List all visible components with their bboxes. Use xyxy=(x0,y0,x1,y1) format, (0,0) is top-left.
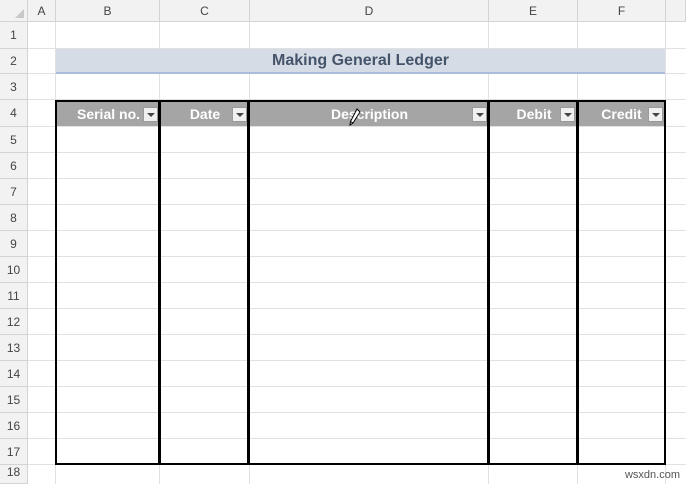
spreadsheet-grid: A B C D E F 1 2 3 4 5 6 7 8 9 10 11 12 1… xyxy=(0,0,686,484)
row-header-2[interactable]: 2 xyxy=(0,49,28,74)
row-header-13[interactable]: 13 xyxy=(0,335,28,361)
table-column-border xyxy=(247,100,250,465)
row-header-1[interactable]: 1 xyxy=(0,22,28,49)
column-header-e[interactable]: E xyxy=(489,0,578,22)
column-header-d[interactable]: D xyxy=(250,0,489,22)
row-header-8[interactable]: 8 xyxy=(0,205,28,231)
row-header-3[interactable]: 3 xyxy=(0,74,28,100)
ledger-table[interactable] xyxy=(55,100,666,465)
row-header-7[interactable]: 7 xyxy=(0,179,28,205)
row-header-12[interactable]: 12 xyxy=(0,309,28,335)
page-title: Making General Ledger xyxy=(272,51,449,69)
row-header-18[interactable]: 18 xyxy=(0,465,28,484)
column-header-overflow xyxy=(666,0,686,22)
row-header-5[interactable]: 5 xyxy=(0,127,28,153)
title-banner[interactable]: Making General Ledger xyxy=(56,49,665,74)
row-header-16[interactable]: 16 xyxy=(0,413,28,439)
row-header-11[interactable]: 11 xyxy=(0,283,28,309)
column-header-f[interactable]: F xyxy=(578,0,666,22)
row-header-9[interactable]: 9 xyxy=(0,231,28,257)
table-column-border xyxy=(158,100,161,465)
column-header-a[interactable]: A xyxy=(28,0,56,22)
table-column-border xyxy=(576,100,579,465)
row-header-4[interactable]: 4 xyxy=(0,100,28,127)
row-header-10[interactable]: 10 xyxy=(0,257,28,283)
column-header-b[interactable]: B xyxy=(56,0,160,22)
watermark: wsxdn.com xyxy=(624,469,680,481)
pencil-cursor-icon xyxy=(349,108,361,126)
column-header-c[interactable]: C xyxy=(160,0,250,22)
row-header-14[interactable]: 14 xyxy=(0,361,28,387)
select-all-corner[interactable] xyxy=(0,0,28,22)
row-header-15[interactable]: 15 xyxy=(0,387,28,413)
table-column-border xyxy=(487,100,490,465)
row-header-17[interactable]: 17 xyxy=(0,439,28,465)
select-all-icon xyxy=(15,9,24,18)
row-header-6[interactable]: 6 xyxy=(0,153,28,179)
